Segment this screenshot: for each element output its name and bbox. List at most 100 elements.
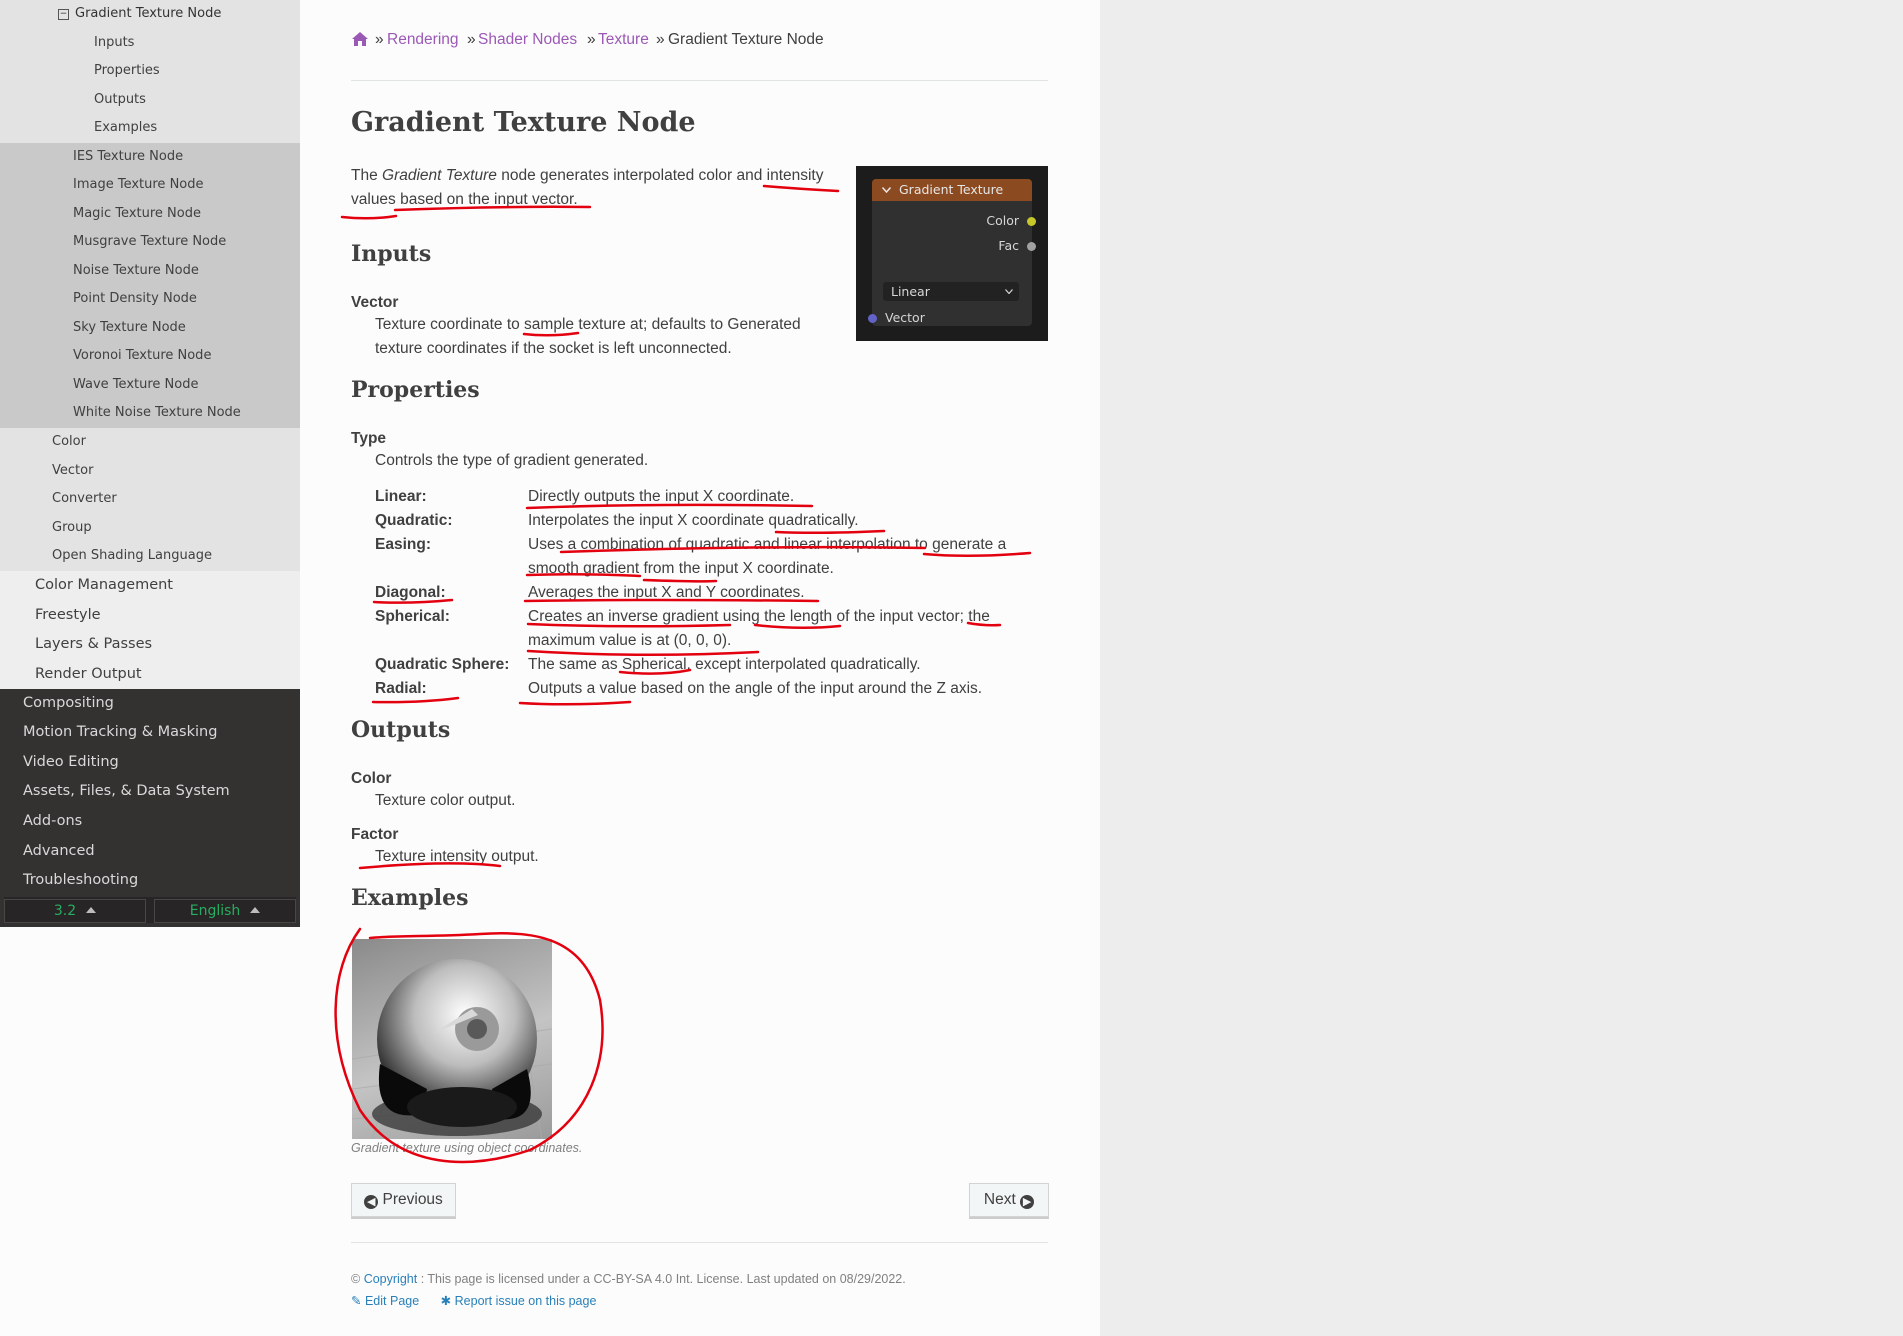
- color-socket-icon: [1027, 217, 1036, 226]
- footer-links: ✎ Edit Page ✱ Report issue on this page: [351, 1293, 596, 1308]
- nav-item-musgrave-texture[interactable]: Musgrave Texture Node: [73, 234, 226, 249]
- nav-item-white-noise-texture[interactable]: White Noise Texture Node: [73, 405, 241, 420]
- type-easing-desc-1: Uses a combination of quadratic and line…: [528, 536, 1007, 553]
- nav-item-color-management[interactable]: Color Management: [35, 577, 173, 593]
- nav-item-noise-texture[interactable]: Noise Texture Node: [73, 263, 199, 278]
- type-linear-desc: Directly outputs the input X coordinate.: [528, 488, 795, 505]
- term-factor: Factor: [351, 826, 399, 843]
- nav-item-converter[interactable]: Converter: [52, 491, 117, 506]
- sidebar: − Gradient Texture Node Inputs Properties…: [0, 0, 300, 927]
- color-desc: Texture color output.: [375, 792, 516, 809]
- nav-subitem-examples[interactable]: Examples: [94, 120, 157, 135]
- intro-line-2: values based on the input vector.: [351, 191, 578, 208]
- version-switcher: 3.2 English: [4, 897, 296, 923]
- vector-desc-line-1: Texture coordinate to sample texture at;…: [375, 316, 801, 333]
- main-content: » Rendering » Shader Nodes » Texture » G…: [300, 0, 1100, 1336]
- intro-line-1: The Gradient Texture node generates inte…: [351, 167, 824, 184]
- nav-item-color[interactable]: Color: [52, 434, 86, 449]
- breadcrumb-sep: »: [587, 31, 596, 48]
- bug-icon: ✱: [440, 1294, 452, 1308]
- nav-item-vector[interactable]: Vector: [52, 463, 93, 478]
- nav-subitem-inputs[interactable]: Inputs: [94, 35, 134, 50]
- collapse-icon[interactable]: −: [58, 9, 69, 20]
- nav-subitem-outputs[interactable]: Outputs: [94, 92, 146, 107]
- breadcrumb-shader-nodes[interactable]: Shader Nodes: [478, 31, 577, 49]
- type-radial: Radial:: [375, 680, 427, 697]
- nav-subitem-properties[interactable]: Properties: [94, 63, 160, 78]
- example-caption: Gradient texture using object coordinate…: [351, 1141, 583, 1155]
- nav-item-wave-texture[interactable]: Wave Texture Node: [73, 377, 198, 392]
- chevron-down-icon: [882, 187, 891, 193]
- breadcrumb-sep: »: [467, 31, 476, 48]
- nav-item-compositing[interactable]: Compositing: [23, 695, 114, 711]
- section-heading-inputs: Inputs: [351, 241, 432, 267]
- nav-item-assets-files[interactable]: Assets, Files, & Data System: [23, 783, 230, 799]
- type-spherical-desc-2: maximum value is at (0, 0, 0).: [528, 632, 732, 649]
- nav-item-freestyle[interactable]: Freestyle: [35, 607, 101, 623]
- fac-socket-icon: [1027, 242, 1036, 251]
- type-quadratic-sphere-desc: The same as Spherical, except interpolat…: [528, 656, 921, 673]
- factor-desc: Texture intensity output.: [375, 848, 539, 865]
- nav-item-group[interactable]: Group: [52, 520, 92, 535]
- vector-desc-line-2: texture coordinates if the socket is lef…: [375, 340, 732, 357]
- type-diagonal-desc: Averages the input X and Y coordinates.: [528, 584, 805, 601]
- edit-page-link[interactable]: ✎ Edit Page: [351, 1294, 419, 1308]
- breadcrumb-sep: »: [375, 31, 384, 48]
- arrow-right-icon: ▶: [1020, 1195, 1035, 1209]
- nav-item-ies-texture[interactable]: IES Texture Node: [73, 149, 183, 164]
- nav-item-video-editing[interactable]: Video Editing: [23, 754, 119, 770]
- type-spherical-desc-1: Creates an inverse gradient using the le…: [528, 608, 990, 625]
- gradient-texture-node-image: Gradient Texture Color Fac Linear Vector: [856, 166, 1048, 341]
- nav-item-image-texture[interactable]: Image Texture Node: [73, 177, 204, 192]
- gradient-sphere-render: [352, 959, 552, 1139]
- nav-item-render-output[interactable]: Render Output: [35, 666, 142, 682]
- previous-button[interactable]: ◀ Previous: [351, 1183, 456, 1217]
- type-easing: Easing:: [375, 536, 431, 553]
- type-desc: Controls the type of gradient generated.: [375, 452, 649, 469]
- node-panel: Gradient Texture Color Fac Linear Vector: [868, 179, 1036, 326]
- breadcrumb-texture[interactable]: Texture: [598, 31, 649, 49]
- node-output-color: Color: [986, 213, 1019, 228]
- intro-node-name: Gradient Texture: [382, 167, 497, 184]
- version-button[interactable]: 3.2: [4, 899, 146, 923]
- node-header: Gradient Texture: [872, 179, 1032, 201]
- nav-item-motion-tracking[interactable]: Motion Tracking & Masking: [23, 724, 217, 740]
- nav-item-layers-passes[interactable]: Layers & Passes: [35, 636, 152, 652]
- breadcrumb-rendering[interactable]: Rendering: [387, 31, 459, 49]
- nav-item-advanced[interactable]: Advanced: [23, 843, 95, 859]
- nav-item-addons[interactable]: Add-ons: [23, 813, 82, 829]
- section-heading-properties: Properties: [351, 377, 480, 403]
- nav-item-sky-texture[interactable]: Sky Texture Node: [73, 320, 186, 335]
- type-quadratic-sphere: Quadratic Sphere:: [375, 656, 510, 673]
- nav-item-point-density[interactable]: Point Density Node: [73, 291, 197, 306]
- footer-divider: [351, 1242, 1048, 1243]
- node-type-dropdown: Linear: [883, 282, 1019, 301]
- type-radial-desc: Outputs a value based on the angle of th…: [528, 680, 983, 697]
- term-type: Type: [351, 430, 387, 447]
- edit-icon: ✎: [351, 1294, 362, 1308]
- nav-item-troubleshooting[interactable]: Troubleshooting: [23, 872, 138, 888]
- nav-item-magic-texture[interactable]: Magic Texture Node: [73, 206, 201, 221]
- next-button[interactable]: Next ▶: [969, 1183, 1049, 1217]
- section-heading-examples: Examples: [351, 885, 469, 911]
- nav-item-voronoi-texture[interactable]: Voronoi Texture Node: [73, 348, 211, 363]
- nav-current-section[interactable]: − Gradient Texture Node: [58, 6, 221, 21]
- copyright-link[interactable]: Copyright: [364, 1272, 418, 1286]
- right-whitespace: [1100, 0, 1903, 1336]
- breadcrumb-sep: »: [656, 31, 665, 48]
- language-button[interactable]: English: [154, 899, 296, 923]
- arrow-left-icon: ◀: [364, 1195, 379, 1209]
- type-linear: Linear:: [375, 488, 427, 505]
- type-quadratic: Quadratic:: [375, 512, 453, 529]
- home-icon[interactable]: [352, 32, 368, 46]
- type-diagonal: Diagonal:: [375, 584, 446, 601]
- report-issue-link[interactable]: ✱ Report issue on this page: [441, 1294, 597, 1308]
- node-input-vector: Vector: [885, 310, 925, 325]
- nav-item-osl[interactable]: Open Shading Language: [52, 548, 212, 563]
- caret-up-icon: [86, 907, 97, 913]
- example-render-image[interactable]: [352, 939, 552, 1139]
- footer-license: © Copyright : This page is licensed unde…: [351, 1272, 906, 1286]
- page-title: Gradient Texture Node: [351, 107, 696, 138]
- chevron-down-icon: [1005, 289, 1013, 294]
- vector-socket-icon: [868, 314, 877, 323]
